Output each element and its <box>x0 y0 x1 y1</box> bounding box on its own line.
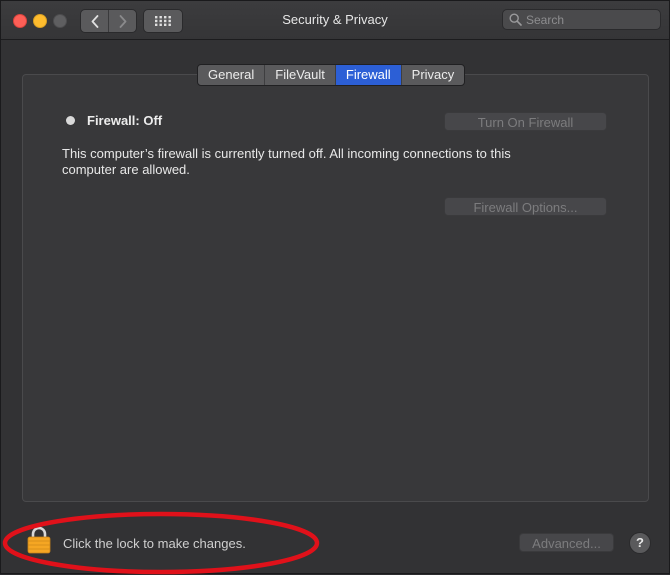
title-bar: Security & Privacy Search <box>1 1 669 40</box>
lock-icon <box>27 526 51 554</box>
tab-privacy[interactable]: Privacy <box>402 65 465 85</box>
lock-button[interactable] <box>27 526 51 559</box>
tab-firewall[interactable]: Firewall <box>335 65 402 85</box>
content-panel <box>22 74 649 502</box>
lock-instruction: Click the lock to make changes. <box>63 536 246 551</box>
advanced-button[interactable]: Advanced... <box>519 533 614 552</box>
turn-on-firewall-button[interactable]: Turn On Firewall <box>444 112 607 131</box>
tab-bar: General FileVault Firewall Privacy <box>197 64 466 86</box>
preferences-window: Security & Privacy Search General FileVa… <box>0 0 670 575</box>
firewall-status-indicator <box>66 116 75 125</box>
tab-general[interactable]: General <box>198 65 266 85</box>
search-placeholder: Search <box>526 13 565 27</box>
firewall-options-button[interactable]: Firewall Options... <box>444 197 607 216</box>
search-icon <box>509 13 522 26</box>
tab-filevault[interactable]: FileVault <box>265 65 336 85</box>
firewall-description: This computer’s firewall is currently tu… <box>62 146 511 177</box>
search-field[interactable]: Search <box>502 9 661 30</box>
firewall-status-label: Firewall: Off <box>87 113 163 128</box>
help-button[interactable]: ? <box>629 532 651 554</box>
